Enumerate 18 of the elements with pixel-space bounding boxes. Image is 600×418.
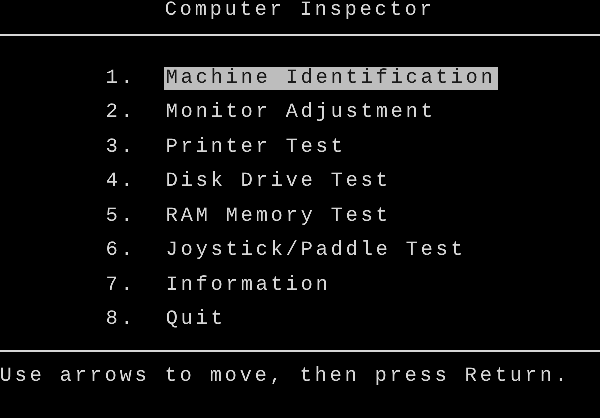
menu-item[interactable]: Information bbox=[164, 274, 334, 297]
screen-title: Computer Inspector bbox=[164, 0, 436, 24]
status-message: Use arrows to move, then press Return. bbox=[0, 364, 572, 388]
menu-number: 4. bbox=[106, 170, 138, 194]
menu-item[interactable]: Machine Identification bbox=[164, 66, 498, 90]
menu-item[interactable]: Disk Drive Test bbox=[164, 170, 394, 194]
menu-number: 3. bbox=[106, 136, 138, 159]
menu-number: 5. bbox=[106, 204, 138, 228]
menu-item[interactable]: Printer Test bbox=[164, 136, 348, 159]
menu-number: 8. bbox=[106, 308, 138, 332]
menu-item[interactable]: Monitor Adjustment bbox=[164, 101, 438, 124]
menu-item[interactable]: RAM Memory Test bbox=[164, 204, 394, 228]
menu-number: 6. bbox=[106, 239, 138, 262]
menu-number: 7. bbox=[106, 274, 138, 297]
menu-number: 2. bbox=[106, 101, 138, 124]
menu-item[interactable]: Joystick/Paddle Test bbox=[164, 239, 468, 262]
menu-number: 1. bbox=[106, 66, 138, 90]
menu-item[interactable]: Quit bbox=[164, 308, 228, 332]
